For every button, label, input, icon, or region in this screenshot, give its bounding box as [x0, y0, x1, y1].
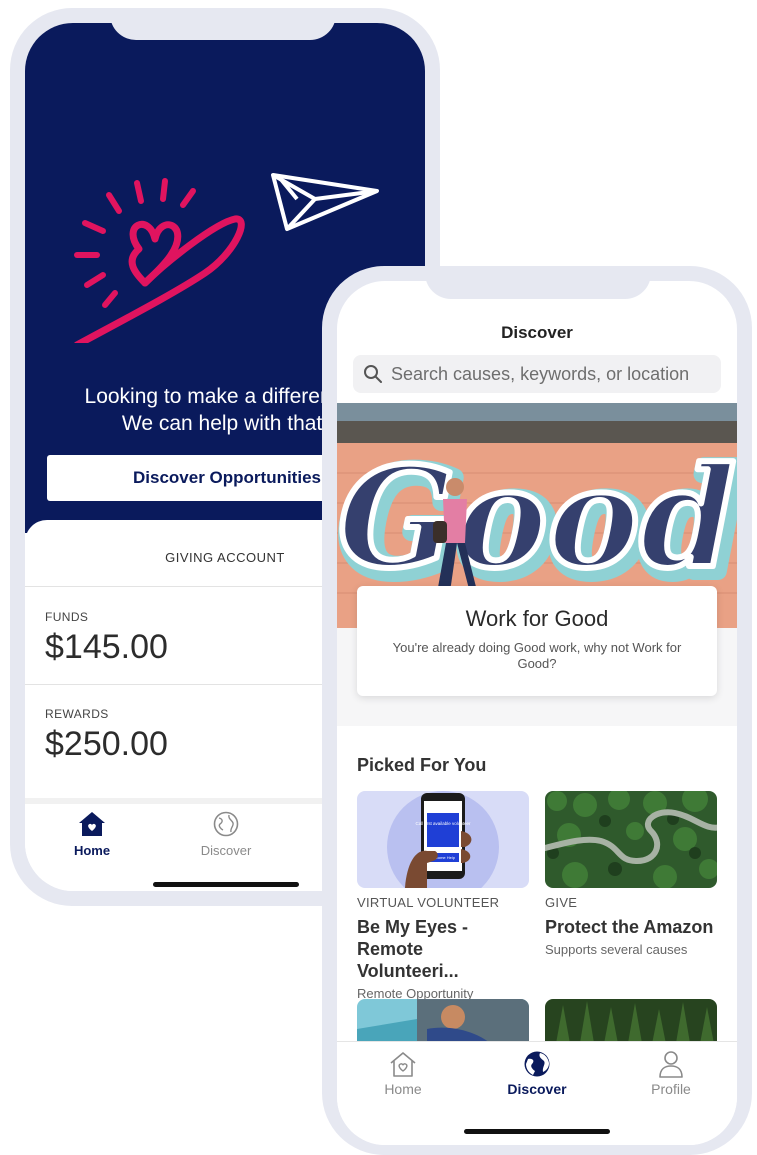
globe-icon	[213, 811, 239, 837]
discover-tab-bar: Home Discover Profile	[337, 1041, 737, 1145]
tab-home-label: Home	[384, 1081, 422, 1097]
rewards-value: $250.00	[45, 725, 168, 763]
tab-discover[interactable]: Discover	[487, 1050, 587, 1099]
tab-home-label: Home	[73, 843, 111, 858]
home-indicator	[153, 882, 299, 887]
home-indicator	[464, 1129, 610, 1134]
opportunity-thumbnail: Call first available volunteer Become He…	[357, 791, 529, 888]
phone-notch	[110, 8, 336, 40]
tab-home[interactable]: Home	[47, 810, 137, 860]
featured-title: Work for Good	[465, 606, 609, 631]
opportunity-type: GIVE	[545, 895, 578, 910]
funds-value: $145.00	[45, 628, 168, 666]
search-icon	[364, 365, 382, 383]
discover-screen: Discover Good Good	[337, 281, 737, 1145]
opportunity-meta: Supports several causes	[545, 942, 688, 957]
opportunity-name: Be My Eyes - Remote Volunteeri...	[357, 916, 529, 982]
person-icon	[659, 1051, 683, 1078]
house-heart-icon	[79, 812, 105, 836]
opportunity-card-be-my-eyes[interactable]: Call first available volunteer Become He…	[357, 791, 529, 1001]
tab-home[interactable]: Home	[353, 1050, 453, 1099]
tab-profile-label: Profile	[651, 1081, 691, 1097]
hand-holding-phone-illustration: Call first available volunteer Become He…	[357, 791, 529, 888]
opportunity-type: VIRTUAL VOLUNTEER	[357, 895, 500, 910]
rainforest-river-illustration	[545, 791, 717, 888]
picked-for-you-heading: Picked For You	[357, 755, 487, 775]
search-input[interactable]	[391, 355, 711, 393]
opportunity-name: Protect the Amazon	[545, 917, 714, 937]
tab-discover[interactable]: Discover	[181, 810, 271, 860]
house-heart-icon	[390, 1052, 416, 1077]
discover-phone-frame: Discover Good Good	[322, 266, 752, 1155]
search-bar[interactable]	[353, 355, 721, 393]
rewards-label: REWARDS	[45, 707, 109, 721]
opportunity-name-line-2: Remote Volunteeri...	[357, 939, 459, 981]
tab-profile[interactable]: Profile	[621, 1050, 721, 1099]
featured-subtitle: You're already doing Good work, why not …	[392, 640, 682, 671]
globe-icon	[524, 1051, 550, 1077]
page-title: Discover	[501, 323, 573, 342]
phone-notch	[425, 266, 651, 299]
thumb-phone-text: Call first available volunteer	[415, 821, 471, 826]
opportunity-name-line-1: Be My Eyes -	[357, 917, 469, 937]
opportunity-thumbnail	[545, 791, 717, 888]
tab-discover-label: Discover	[200, 843, 252, 858]
opportunity-card-protect-amazon[interactable]: GIVE Protect the Amazon Supports several…	[545, 791, 717, 957]
featured-card[interactable]: Work for Good You're already doing Good …	[357, 586, 717, 696]
mural-text: Good	[338, 436, 736, 599]
tab-discover-label: Discover	[507, 1081, 567, 1097]
funds-label: FUNDS	[45, 610, 89, 624]
